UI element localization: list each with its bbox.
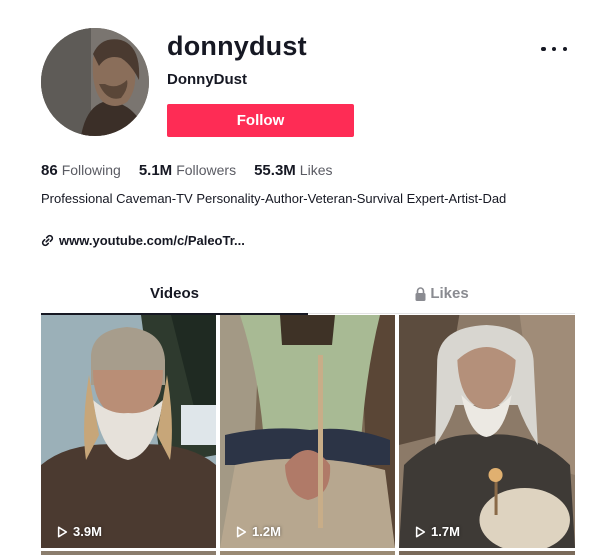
tab-likes[interactable]: Likes bbox=[308, 282, 575, 314]
nickname: DonnyDust bbox=[167, 71, 247, 88]
more-options-icon[interactable] bbox=[541, 38, 567, 60]
play-icon bbox=[236, 526, 247, 537]
link-text: www.youtube.com/c/PaleoTr... bbox=[59, 233, 245, 248]
tab-videos-label: Videos bbox=[150, 285, 199, 302]
stat-label: Followers bbox=[176, 162, 237, 178]
more-dot bbox=[541, 46, 546, 52]
video-view-count-text: 3.9M bbox=[73, 524, 102, 539]
stat-value: 5.1M bbox=[138, 162, 173, 179]
play-icon bbox=[415, 526, 426, 537]
avatar[interactable] bbox=[41, 28, 149, 136]
profile-bio: Professional Caveman-TV Personality-Auth… bbox=[41, 191, 507, 206]
video-view-count: 1.7M bbox=[415, 524, 460, 539]
more-dot bbox=[562, 46, 567, 52]
video-thumbnail-partial[interactable] bbox=[220, 551, 395, 555]
profile-tabs: Videos Likes bbox=[41, 282, 575, 315]
video-thumbnail[interactable]: 1.2M bbox=[220, 315, 395, 548]
link-icon bbox=[41, 234, 54, 247]
stat-label: Likes bbox=[299, 162, 333, 178]
tab-videos[interactable]: Videos bbox=[41, 282, 308, 315]
video-thumbnail-image bbox=[220, 315, 395, 548]
lock-icon bbox=[415, 287, 426, 301]
video-thumbnail-partial[interactable] bbox=[41, 551, 216, 555]
stat-value: 55.3M bbox=[254, 162, 296, 179]
video-view-count: 1.2M bbox=[236, 524, 281, 539]
more-dot bbox=[551, 46, 557, 52]
play-icon bbox=[57, 526, 68, 537]
video-thumbnail-image bbox=[399, 315, 575, 548]
stat-likes: 55.3M Likes bbox=[254, 162, 332, 179]
stat-value: 86 bbox=[41, 162, 58, 179]
video-view-count-text: 1.7M bbox=[431, 524, 460, 539]
video-thumbnail[interactable]: 1.7M bbox=[399, 315, 575, 548]
follow-button[interactable]: Follow bbox=[167, 104, 354, 137]
video-thumbnail[interactable]: 3.9M bbox=[41, 315, 216, 548]
username: donnydust bbox=[167, 31, 307, 61]
video-thumbnail-partial[interactable] bbox=[399, 551, 575, 555]
profile-stats: 86 Following 5.1M Followers 55.3M Likes bbox=[41, 162, 332, 179]
stat-label: Following bbox=[61, 162, 121, 178]
stat-following[interactable]: 86 Following bbox=[41, 162, 121, 179]
video-grid: 3.9M 1.2M 1.7M bbox=[41, 315, 575, 555]
stat-followers[interactable]: 5.1M Followers bbox=[139, 162, 236, 179]
tab-likes-label: Likes bbox=[430, 285, 469, 302]
video-thumbnail-image bbox=[41, 315, 216, 548]
video-view-count-text: 1.2M bbox=[252, 524, 281, 539]
avatar-image bbox=[41, 28, 149, 136]
video-view-count: 3.9M bbox=[57, 524, 102, 539]
profile-link[interactable]: www.youtube.com/c/PaleoTr... bbox=[41, 233, 245, 248]
